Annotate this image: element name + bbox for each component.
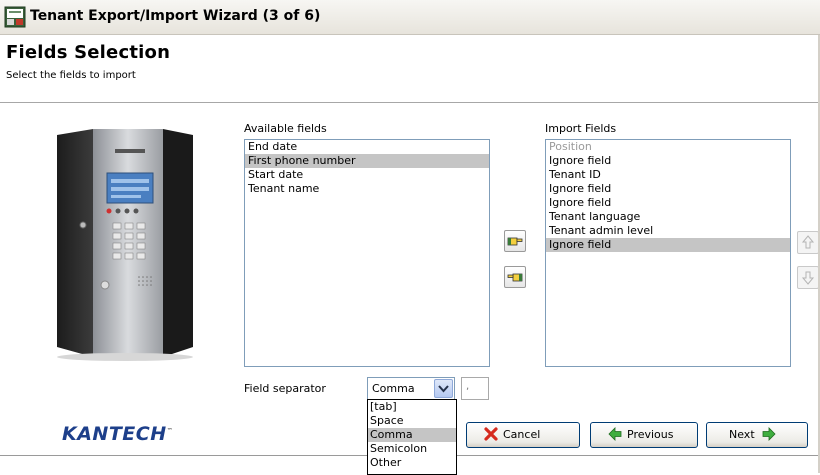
separator-preview-field[interactable]: , — [461, 377, 489, 400]
arrow-up-icon — [801, 235, 815, 249]
cancel-button[interactable]: Cancel — [466, 422, 580, 448]
import-field-item[interactable]: Ignore field — [546, 196, 790, 210]
window-title: Tenant Export/Import Wizard (3 of 6) — [30, 8, 321, 24]
arrow-down-icon — [801, 271, 815, 285]
pointing-hand-left-icon — [507, 273, 523, 282]
next-button[interactable]: Next — [706, 422, 808, 448]
available-field-item[interactable]: Tenant name — [245, 182, 489, 196]
import-field-item[interactable]: Ignore field — [546, 182, 790, 196]
separator-option[interactable]: Space — [368, 414, 456, 428]
page-subtitle: Select the fields to import — [6, 70, 136, 81]
available-field-item[interactable]: End date — [245, 140, 489, 154]
previous-button[interactable]: Previous — [590, 422, 698, 448]
import-field-item[interactable]: Ignore field — [546, 154, 790, 168]
import-field-item[interactable]: Ignore field — [546, 238, 790, 252]
logo-text: KANTECH — [62, 423, 167, 445]
separator-option[interactable]: Other — [368, 456, 456, 470]
green-arrow-right-icon — [762, 427, 776, 441]
title-bar: Tenant Export/Import Wizard (3 of 6) — [0, 0, 820, 35]
app-icon — [4, 6, 26, 28]
import-fields-list[interactable]: Position Ignore field Tenant ID Ignore fiel… — [545, 139, 791, 367]
trademark-mark: ™ — [166, 427, 174, 435]
separator-option[interactable]: [tab] — [368, 400, 456, 414]
field-separator-select[interactable]: Comma — [367, 377, 455, 400]
import-field-item[interactable]: Position — [546, 140, 790, 154]
available-fields-label: Available fields — [244, 122, 327, 135]
field-separator-dropdown[interactable]: [tab] Space Comma Semicolon Other — [367, 399, 457, 475]
green-arrow-left-icon — [608, 427, 622, 441]
red-x-icon — [484, 427, 498, 441]
available-field-item[interactable]: First phone number — [245, 154, 489, 168]
previous-label: Previous — [627, 428, 674, 441]
separator-option[interactable]: Comma — [368, 428, 456, 442]
available-fields-list[interactable]: End date First phone number Start date Tena… — [244, 139, 490, 367]
add-field-button[interactable] — [504, 230, 526, 252]
import-fields-label: Import Fields — [545, 122, 617, 135]
move-up-button[interactable] — [797, 231, 819, 254]
dropdown-button[interactable] — [434, 379, 453, 398]
move-down-button[interactable] — [797, 266, 819, 289]
next-label: Next — [729, 428, 755, 441]
device-image — [57, 129, 193, 361]
available-field-item[interactable]: Start date — [245, 168, 489, 182]
field-separator-label: Field separator — [244, 382, 326, 395]
pointing-hand-right-icon — [507, 237, 523, 246]
kantech-logo: KANTECH™ — [62, 423, 173, 445]
separator-preview-value: , — [466, 381, 470, 392]
import-field-item[interactable]: Tenant admin level — [546, 224, 790, 238]
import-field-item[interactable]: Tenant language — [546, 210, 790, 224]
import-field-item[interactable]: Tenant ID — [546, 168, 790, 182]
chevron-down-icon — [438, 385, 449, 393]
remove-field-button[interactable] — [504, 266, 526, 288]
cancel-label: Cancel — [503, 428, 541, 441]
separator-option[interactable]: Semicolon — [368, 442, 456, 456]
field-separator-value: Comma — [372, 382, 415, 395]
wizard-header: Fields Selection Select the fields to im… — [0, 35, 820, 103]
page-title: Fields Selection — [6, 42, 171, 63]
